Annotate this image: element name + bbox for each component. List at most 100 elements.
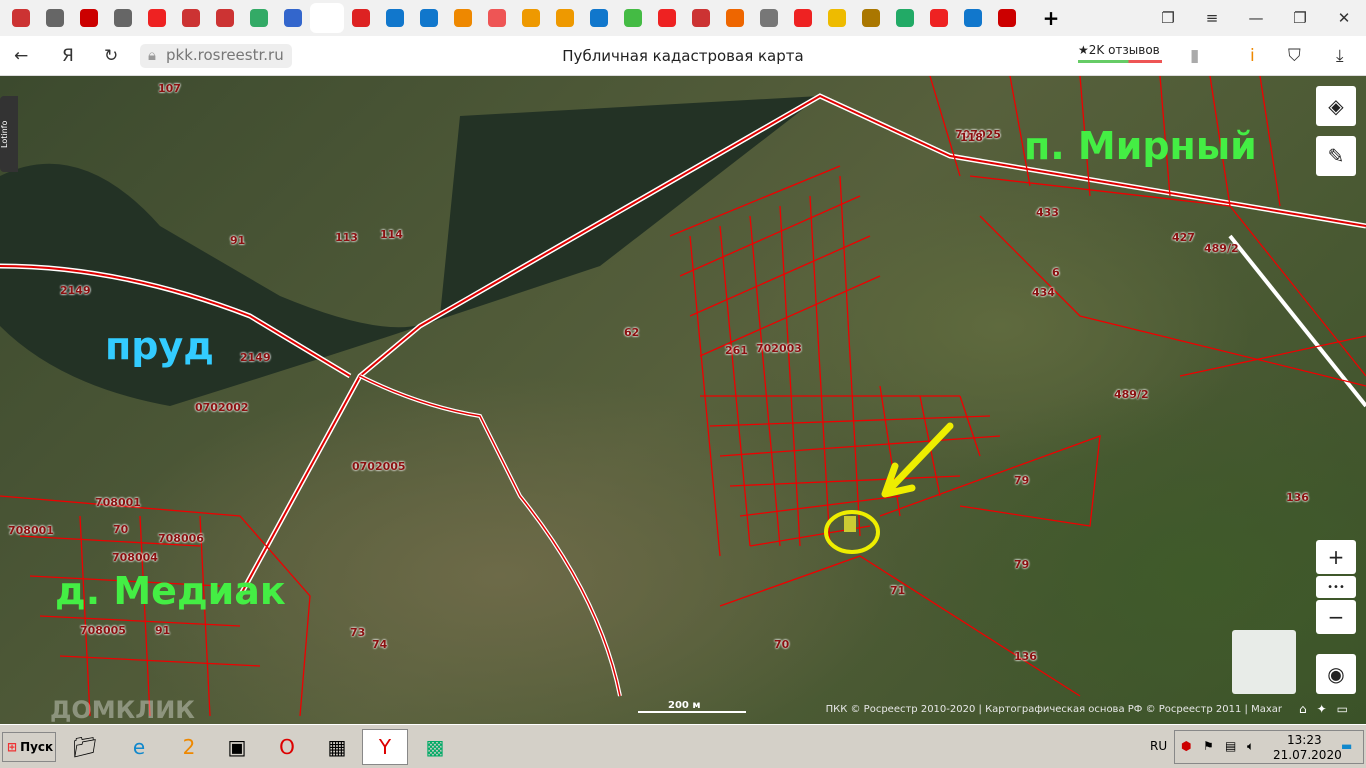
- browser-tab[interactable]: [446, 3, 480, 33]
- parcel-label[interactable]: 0702002: [195, 401, 249, 414]
- browser-tab[interactable]: [786, 3, 820, 33]
- parcel-label[interactable]: 433: [1036, 206, 1059, 219]
- parcel-label[interactable]: 107: [158, 82, 181, 95]
- parcel-label[interactable]: 6: [1052, 266, 1060, 279]
- ie-icon[interactable]: e: [116, 729, 162, 765]
- browser-tab[interactable]: [276, 3, 310, 33]
- reload-button[interactable]: ↻: [104, 46, 118, 66]
- browser-tab[interactable]: [956, 3, 990, 33]
- browser-tab[interactable]: [820, 3, 854, 33]
- volume-icon[interactable]: 🔈︎: [1247, 739, 1254, 754]
- network-icon[interactable]: ▤: [1225, 739, 1236, 753]
- zoom-out-button[interactable]: −: [1316, 600, 1356, 634]
- browser-tab[interactable]: [38, 3, 72, 33]
- clock-date[interactable]: 21.07.2020: [1273, 748, 1342, 762]
- browser-tab[interactable]: [888, 3, 922, 33]
- shield-icon[interactable]: ⬢: [1181, 739, 1191, 753]
- browser-tab[interactable]: [548, 3, 582, 33]
- parcel-label[interactable]: 2149: [60, 284, 91, 297]
- show-desktop-icon[interactable]: ▬: [1341, 739, 1352, 753]
- lotinfo-tab[interactable]: Lotinfo: [0, 96, 18, 172]
- parcel-label[interactable]: 70: [113, 523, 128, 536]
- parcel-label[interactable]: 708006: [158, 532, 204, 545]
- browser-tab[interactable]: [310, 3, 344, 33]
- parcel-label[interactable]: 702003: [756, 342, 802, 355]
- browser-tab[interactable]: [922, 3, 956, 33]
- parcel-label[interactable]: 70: [774, 638, 789, 651]
- parcel-label[interactable]: 91: [230, 234, 245, 247]
- parcel-label[interactable]: 62: [624, 326, 639, 339]
- parcel-label[interactable]: 73: [350, 626, 365, 639]
- minimap[interactable]: [1232, 630, 1296, 694]
- compass-button[interactable]: ◉: [1316, 654, 1356, 694]
- close-button[interactable]: ✕: [1322, 9, 1366, 27]
- parcel-label[interactable]: 434: [1032, 286, 1055, 299]
- parcel-label[interactable]: 427: [1172, 231, 1195, 244]
- cadastral-map[interactable]: пруд п. Мирный д. Медиак 107 91 113 114 2149…: [0, 76, 1366, 724]
- flag-icon[interactable]: ⚑: [1203, 739, 1214, 753]
- parcel-label[interactable]: 91: [155, 624, 170, 637]
- parcel-label[interactable]: 136: [1014, 650, 1037, 663]
- info-icon[interactable]: i: [1250, 46, 1255, 66]
- language-indicator[interactable]: RU: [1150, 739, 1167, 753]
- browser-tab[interactable]: [718, 3, 752, 33]
- browser-tab[interactable]: [174, 3, 208, 33]
- url-field[interactable]: 🔒︎ pkk.rosreestr.ru: [140, 44, 292, 68]
- browser-tab[interactable]: [344, 3, 378, 33]
- browser-tab[interactable]: [242, 3, 276, 33]
- calculator-icon[interactable]: ▦: [314, 729, 360, 765]
- yandex-home-button[interactable]: Я: [62, 46, 74, 66]
- browser-tab[interactable]: [582, 3, 616, 33]
- parcel-label[interactable]: 118: [960, 131, 983, 144]
- yandex-browser-icon[interactable]: Y: [362, 729, 408, 765]
- parcel-label[interactable]: 708004: [112, 551, 158, 564]
- parcel-label[interactable]: 708005: [80, 624, 126, 637]
- menu-icon[interactable]: ≡: [1190, 9, 1234, 27]
- protect-icon[interactable]: ⛉: [1288, 46, 1301, 66]
- browser-tab[interactable]: [412, 3, 446, 33]
- browser-tab[interactable]: [650, 3, 684, 33]
- zoom-in-button[interactable]: +: [1316, 540, 1356, 574]
- browser-tab[interactable]: [990, 3, 1024, 33]
- parcel-label[interactable]: 708001: [95, 496, 141, 509]
- map-bottom-icons[interactable]: ⌂✦▭: [1299, 702, 1358, 716]
- start-button[interactable]: ⊞ Пуск: [2, 732, 56, 762]
- browser-tab[interactable]: [684, 3, 718, 33]
- parcel-label[interactable]: 136: [1286, 491, 1309, 504]
- reviews-button[interactable]: ★2K отзывов: [1078, 43, 1162, 63]
- parcel-label[interactable]: 113: [335, 231, 358, 244]
- bookmark-icon[interactable]: ▮: [1190, 46, 1199, 66]
- download-icon[interactable]: ⤓: [1336, 46, 1344, 66]
- app3-icon[interactable]: ▩: [412, 729, 458, 765]
- browser-tab[interactable]: [378, 3, 412, 33]
- parcel-label[interactable]: 114: [380, 228, 403, 241]
- browser-tab[interactable]: [616, 3, 650, 33]
- browser-tab[interactable]: [72, 3, 106, 33]
- ruler-button[interactable]: ✎: [1316, 136, 1356, 176]
- parcel-label[interactable]: 708001: [8, 524, 54, 537]
- explorer-icon[interactable]: 📁︎: [62, 729, 108, 765]
- clock-time[interactable]: 13:23: [1287, 733, 1322, 747]
- browser-tab[interactable]: [752, 3, 786, 33]
- parcel-label[interactable]: 261: [725, 344, 748, 357]
- new-tab-button[interactable]: +: [1034, 3, 1068, 33]
- browser-tab[interactable]: [106, 3, 140, 33]
- parcel-label[interactable]: 79: [1014, 474, 1029, 487]
- layers-button[interactable]: ◈: [1316, 86, 1356, 126]
- parcel-label[interactable]: 71: [890, 584, 905, 597]
- parcel-label[interactable]: 0702005: [352, 460, 406, 473]
- parcel-label[interactable]: 489/2: [1204, 242, 1239, 255]
- parcel-label[interactable]: 74: [372, 638, 387, 651]
- back-button[interactable]: ←: [14, 46, 28, 66]
- restore-button[interactable]: ❐: [1278, 9, 1322, 27]
- opera-icon[interactable]: O: [264, 729, 310, 765]
- browser-tab[interactable]: [514, 3, 548, 33]
- parcel-label[interactable]: 2149: [240, 351, 271, 364]
- browser-tab[interactable]: [4, 3, 38, 33]
- parcel-label[interactable]: 79: [1014, 558, 1029, 571]
- minimize-button[interactable]: —: [1234, 9, 1278, 27]
- browser-tab[interactable]: [854, 3, 888, 33]
- browser-tab[interactable]: [480, 3, 514, 33]
- browser-tab[interactable]: [208, 3, 242, 33]
- app2-icon[interactable]: ▣: [214, 729, 260, 765]
